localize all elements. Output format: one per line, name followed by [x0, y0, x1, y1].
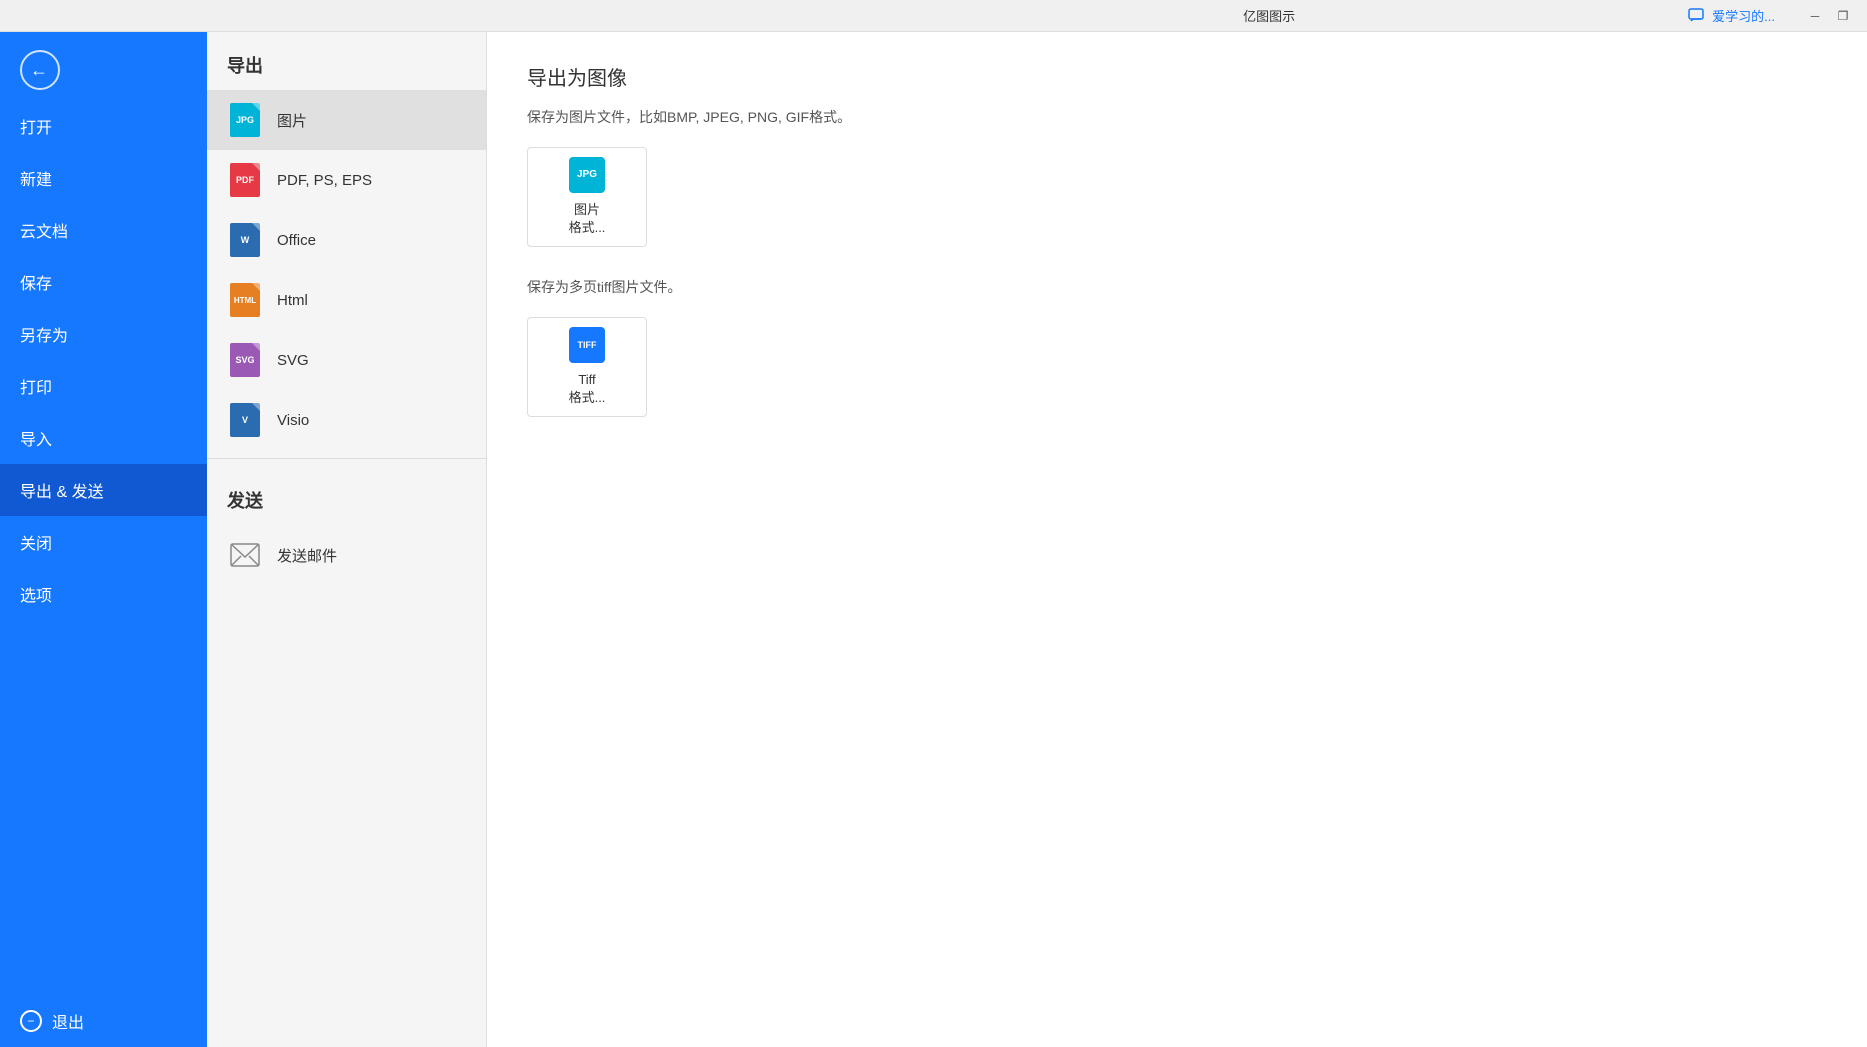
sidebar-item-save[interactable]: 保存 — [0, 256, 207, 308]
titlebar: 亿图图示 爱学习的... ─ ❐ — [0, 0, 1867, 32]
email-icon — [227, 537, 263, 573]
html-icon: HTML — [227, 282, 263, 318]
jpg-card-icon: JPG — [569, 157, 605, 193]
tiff-format-cards: TIFF Tiff格式... — [527, 317, 1827, 417]
titlebar-controls: 爱学习的... ─ ❐ — [1688, 4, 1855, 28]
restore-button[interactable]: ❐ — [1831, 4, 1855, 28]
svg-icon: SVG — [227, 342, 263, 378]
pdf-icon: PDF — [227, 162, 263, 198]
app-title: 亿图图示 — [850, 6, 1688, 25]
back-arrow-icon: ← — [30, 60, 48, 81]
sidebar-item-saveas[interactable]: 另存为 — [0, 308, 207, 360]
mid-item-pdf[interactable]: PDF PDF, PS, EPS — [207, 150, 486, 210]
visio-icon: V — [227, 402, 263, 438]
content-area: 导出为图像 保存为图片文件，比如BMP, JPEG, PNG, GIF格式。 J… — [487, 32, 1867, 1047]
office-icon: W — [227, 222, 263, 258]
format-card-jpg[interactable]: JPG 图片格式... — [527, 147, 647, 247]
mid-item-office[interactable]: W Office — [207, 210, 486, 270]
send-section-header: 发送 — [207, 467, 486, 525]
app-body: ← 打开 新建 云文档 保存 另存为 打印 导入 — [0, 32, 1867, 1047]
sidebar-item-cloud[interactable]: 云文档 — [0, 204, 207, 256]
content-desc-1: 保存为图片文件，比如BMP, JPEG, PNG, GIF格式。 — [527, 107, 1827, 127]
image-format-cards: JPG 图片格式... — [527, 147, 1827, 247]
tiff-card-icon: TIFF — [569, 327, 605, 363]
back-circle[interactable]: ← — [20, 50, 60, 90]
mid-item-html[interactable]: HTML Html — [207, 270, 486, 330]
sidebar-item-close[interactable]: 关闭 — [0, 516, 207, 568]
image-icon: JPG — [227, 102, 263, 138]
format-card-tiff[interactable]: TIFF Tiff格式... — [527, 317, 647, 417]
exit-icon: − — [20, 1010, 42, 1032]
mid-divider — [207, 458, 486, 459]
tiff-label: TIFF — [578, 340, 597, 350]
sidebar-item-options[interactable]: 选项 — [0, 568, 207, 620]
exit-button[interactable]: − 退出 — [0, 995, 207, 1047]
sidebar: ← 打开 新建 云文档 保存 另存为 打印 导入 — [0, 32, 207, 1047]
sidebar-nav: 打开 新建 云文档 保存 另存为 打印 导入 导出 & 发送 — [0, 100, 207, 1047]
jpg-label: JPG — [577, 169, 597, 180]
tiff-card-label: Tiff格式... — [569, 371, 606, 407]
sidebar-item-import[interactable]: 导入 — [0, 412, 207, 464]
jpg-card-label: 图片格式... — [569, 201, 606, 237]
sidebar-item-export[interactable]: 导出 & 发送 — [0, 464, 207, 516]
export-section-header: 导出 — [207, 32, 486, 90]
mid-item-svg[interactable]: SVG SVG — [207, 330, 486, 390]
sidebar-item-new[interactable]: 新建 — [0, 152, 207, 204]
user-area[interactable]: 爱学习的... — [1688, 6, 1775, 25]
sidebar-item-open[interactable]: 打开 — [0, 100, 207, 152]
send-item-email[interactable]: 发送邮件 — [207, 525, 486, 585]
chat-icon — [1688, 7, 1706, 25]
mid-panel: 导出 JPG 图片 PDF PDF, PS, EPS W — [207, 32, 487, 1047]
user-name: 爱学习的... — [1712, 6, 1775, 25]
back-button[interactable]: ← — [0, 32, 207, 100]
mid-item-image[interactable]: JPG 图片 — [207, 90, 486, 150]
mid-item-visio[interactable]: V Visio — [207, 390, 486, 450]
content-desc-2: 保存为多页tiff图片文件。 — [527, 277, 1827, 297]
sidebar-item-print[interactable]: 打印 — [0, 360, 207, 412]
minimize-button[interactable]: ─ — [1803, 4, 1827, 28]
content-title: 导出为图像 — [527, 62, 1827, 91]
